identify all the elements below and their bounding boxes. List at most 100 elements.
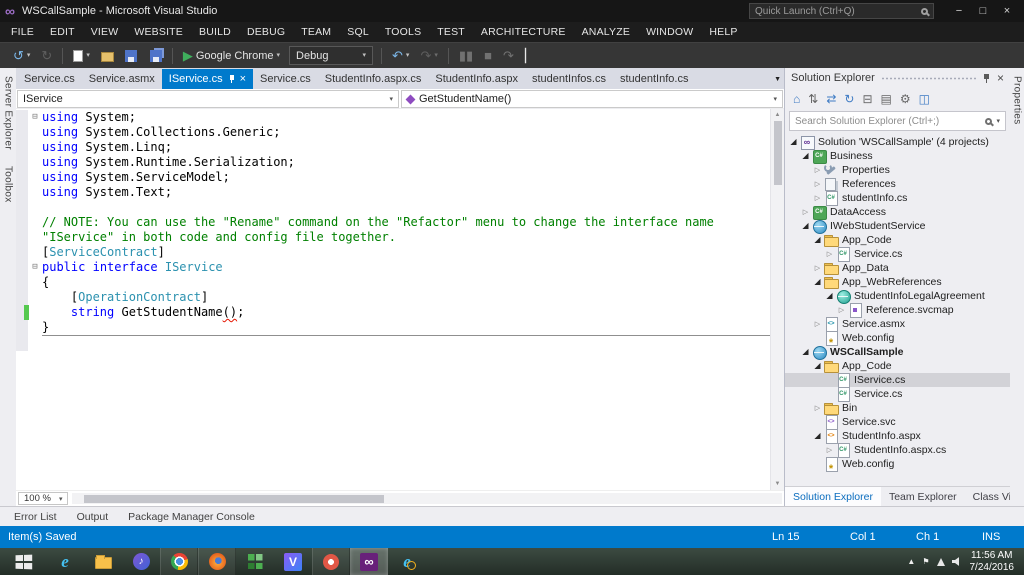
tree-item-app-webreferences[interactable]: ◢ App_WebReferences: [785, 275, 1010, 289]
menu-edit[interactable]: EDIT: [42, 22, 83, 42]
expanded-arrow-icon[interactable]: ◢: [800, 222, 811, 230]
internet-explorer-button[interactable]: [46, 548, 84, 575]
taskbar-clock[interactable]: 11:56 AM 7/24/2016: [970, 550, 1015, 573]
expanded-arrow-icon[interactable]: ◢: [812, 432, 823, 440]
tab-scroll-chevron-icon[interactable]: ▼: [774, 76, 781, 83]
file-explorer-button[interactable]: [84, 548, 122, 575]
editor-tab-service-asmx[interactable]: Service.asmx: [82, 69, 162, 89]
code-editor[interactable]: ⊟ using System; using System.Collections.G…: [16, 109, 770, 490]
collapsed-arrow-icon[interactable]: ▷: [824, 447, 835, 454]
tree-item-studentinfolegalagreement[interactable]: ◢ StudentInfoLegalAgreement: [785, 289, 1010, 304]
zoom-dropdown[interactable]: 100 % ▾: [18, 492, 69, 505]
close-button[interactable]: ×: [995, 2, 1019, 20]
tool-window-tab-solution-explorer[interactable]: Solution Explorer: [785, 487, 881, 506]
panel-tab-output[interactable]: Output: [68, 511, 118, 523]
menu-help[interactable]: HELP: [701, 22, 745, 42]
menu-test[interactable]: TEST: [429, 22, 473, 42]
side-tab-properties[interactable]: Properties: [1012, 76, 1023, 125]
sync-with-active-document-icon[interactable]: ⇄: [826, 93, 836, 105]
close-tab-icon[interactable]: ×: [240, 73, 246, 85]
expanded-arrow-icon[interactable]: ◢: [812, 362, 823, 370]
network-icon[interactable]: [936, 557, 945, 566]
vertical-scrollbar[interactable]: ▲ ▼: [770, 109, 784, 490]
menu-build[interactable]: BUILD: [191, 22, 239, 42]
expanded-arrow-icon[interactable]: ◢: [824, 292, 835, 300]
firefox-button[interactable]: [198, 548, 236, 575]
code-line[interactable]: [ServiceContract]: [16, 245, 770, 260]
side-tab-server-explorer[interactable]: Server Explorer: [3, 76, 14, 150]
code-line[interactable]: }: [16, 320, 770, 335]
menu-analyze[interactable]: ANALYZE: [574, 22, 638, 42]
code-line[interactable]: using System.Text;: [16, 185, 770, 200]
home-icon[interactable]: ⌂: [793, 93, 800, 105]
properties-icon[interactable]: ⚙: [900, 93, 911, 105]
code-line[interactable]: // NOTE: You can use the "Rename" comman…: [16, 215, 770, 245]
text-cursor-button[interactable]: ▏: [520, 45, 540, 67]
undo-button[interactable]: ↶ ▾: [387, 45, 414, 67]
tree-item-service-cs[interactable]: ▷ Service.cs: [785, 247, 1010, 262]
switch-views-icon[interactable]: ⇅: [808, 93, 818, 105]
expanded-arrow-icon[interactable]: ◢: [800, 348, 811, 356]
tree-item-service-asmx[interactable]: ▷ Service.asmx: [785, 317, 1010, 332]
side-tab-toolbox[interactable]: Toolbox: [3, 166, 14, 203]
code-line[interactable]: ⊟ using System;: [16, 110, 770, 125]
stop-debug-button[interactable]: ■: [479, 45, 497, 67]
v-app-button[interactable]: [274, 548, 312, 575]
quick-launch-input[interactable]: Quick Launch (Ctrl+Q): [749, 3, 934, 19]
tree-item-web-config[interactable]: Web.config: [785, 331, 1010, 349]
tool-window-tab-team-explorer[interactable]: Team Explorer: [881, 487, 965, 506]
chrome-button[interactable]: [160, 548, 198, 575]
tree-item-properties[interactable]: ▷ Properties: [785, 163, 1010, 177]
navigate-backward-button[interactable]: ↺ ▾: [8, 45, 35, 67]
collapsed-arrow-icon[interactable]: ▷: [824, 251, 835, 258]
ie-tools-button[interactable]: [388, 548, 426, 575]
expanded-arrow-icon[interactable]: ◢: [800, 152, 811, 160]
scroll-up-icon[interactable]: ▲: [775, 109, 781, 121]
tree-item-studentinfo-aspx[interactable]: ◢ StudentInfo.aspx: [785, 429, 1010, 444]
collapsed-arrow-icon[interactable]: ▷: [812, 321, 823, 328]
new-file-button[interactable]: ▾: [68, 45, 95, 67]
menu-sql[interactable]: SQL: [339, 22, 377, 42]
editor-tab-studentinfo-cs[interactable]: studentInfo.cs: [613, 69, 696, 89]
action-center-icon[interactable]: ⚑: [922, 557, 929, 566]
collapsed-arrow-icon[interactable]: ▷: [812, 167, 823, 174]
tree-item-studentinfo-cs[interactable]: ▷ studentInfo.cs: [785, 191, 1010, 206]
tree-item-reference-svcmap[interactable]: ▷ Reference.svcmap: [785, 303, 1010, 318]
editor-tab-service-cs[interactable]: Service.cs: [17, 69, 82, 89]
expanded-arrow-icon[interactable]: ◢: [812, 278, 823, 286]
save-button[interactable]: [120, 45, 142, 67]
collapsed-arrow-icon[interactable]: ▷: [812, 265, 823, 272]
menu-debug[interactable]: DEBUG: [239, 22, 293, 42]
editor-tab-iservice-cs[interactable]: IService.cs ×: [161, 69, 254, 89]
menu-file[interactable]: FILE: [3, 22, 42, 42]
type-dropdown[interactable]: IService ▾: [17, 90, 399, 108]
code-line[interactable]: using System.ServiceModel;: [16, 170, 770, 185]
editor-tab-studentinfo-aspx[interactable]: StudentInfo.aspx: [428, 69, 525, 89]
collapse-all-icon[interactable]: ⊟: [862, 93, 872, 105]
minimize-button[interactable]: −: [947, 2, 971, 20]
solution-configuration-dropdown[interactable]: Debug ▾: [289, 46, 374, 65]
visual-studio-button[interactable]: [350, 548, 388, 575]
code-line[interactable]: using System.Runtime.Serialization;: [16, 155, 770, 170]
close-icon[interactable]: ×: [997, 72, 1004, 84]
tree-item-dataaccess[interactable]: ▷ DataAccess: [785, 205, 1010, 220]
save-all-button[interactable]: [143, 45, 167, 67]
maximize-button[interactable]: □: [971, 2, 995, 20]
editor-tab-service-cs[interactable]: Service.cs: [253, 69, 318, 89]
green-grid-app-button[interactable]: [236, 548, 274, 575]
collapsed-arrow-icon[interactable]: ▷: [812, 195, 823, 202]
expanded-arrow-icon[interactable]: ◢: [812, 236, 823, 244]
code-line[interactable]: using System.Linq;: [16, 140, 770, 155]
tree-item-wscallsample[interactable]: ◢ WSCallSample: [785, 345, 1010, 360]
start-button[interactable]: [0, 548, 46, 575]
collapsed-arrow-icon[interactable]: ▷: [836, 307, 847, 314]
tree-item-app-data[interactable]: ▷ App_Data: [785, 261, 1010, 275]
tree-item-business[interactable]: ◢ Business: [785, 149, 1010, 164]
vertical-scrollbar-thumb[interactable]: [773, 121, 782, 185]
tree-item-bin[interactable]: ▷ Bin: [785, 401, 1010, 415]
refresh-icon[interactable]: ↻: [844, 93, 854, 105]
tree-item-web-config[interactable]: Web.config: [785, 457, 1010, 475]
media-app-button[interactable]: [122, 548, 160, 575]
start-debug-button[interactable]: ▶ Google Chrome ▾: [178, 45, 285, 67]
tree-item-references[interactable]: ▷ References: [785, 177, 1010, 191]
